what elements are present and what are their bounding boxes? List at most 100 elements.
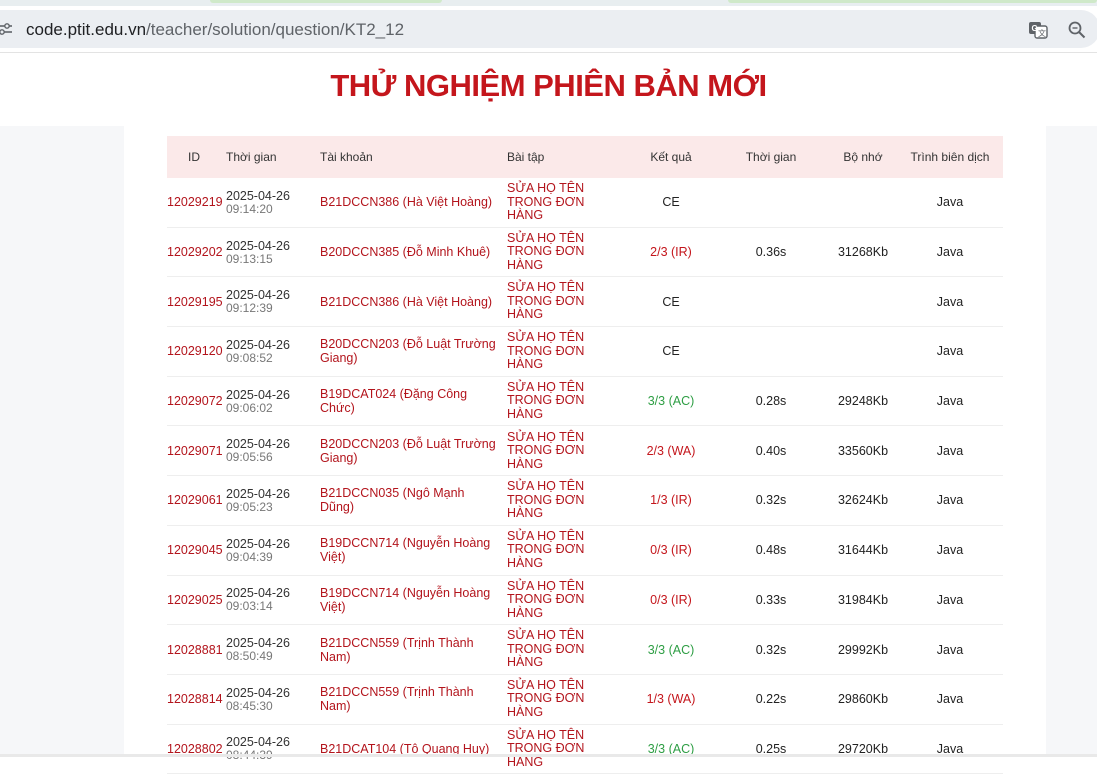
submission-id-link[interactable]: 12029195 xyxy=(167,295,223,309)
table-row: 12029045 2025-04-26 09:04:39 B19DCCN714 (Ng… xyxy=(167,526,1003,576)
compiler-value: Java xyxy=(936,642,964,657)
zoom-icon[interactable] xyxy=(1067,20,1087,40)
submission-clock: 09:12:39 xyxy=(226,301,273,316)
page-banner: THỬ NGHIỆM PHIÊN BẢN MỚI xyxy=(330,68,767,103)
compiler-value: Java xyxy=(936,493,964,508)
submission-clock: 09:08:52 xyxy=(226,350,273,365)
account-link[interactable]: B21DCCN386 (Hà Việt Hoàng) xyxy=(320,295,507,309)
submission-date: 2025-04-26 xyxy=(226,337,290,352)
table-row: 12029061 2025-04-26 09:05:23 B21DCCN035 (Ng… xyxy=(167,476,1003,526)
submission-id-link[interactable]: 12029071 xyxy=(167,444,223,458)
submission-id-link[interactable]: 12029219 xyxy=(167,195,223,209)
compiler-value: Java xyxy=(936,344,964,359)
submission-id-link[interactable]: 12029045 xyxy=(167,543,223,557)
translate-icon[interactable]: G 文 xyxy=(1028,20,1048,40)
account-link[interactable]: B20DCCN203 (Đỗ Luật Trường Giang) xyxy=(320,337,507,365)
page-content: THỬ NGHIỆM PHIÊN BẢN MỚI ID Thời gian Tà… xyxy=(0,54,1097,774)
browser-toolbar: code.ptit.edu.vn/teacher/solution/questi… xyxy=(0,6,1097,53)
browser-tab[interactable] xyxy=(728,0,1097,3)
account-link[interactable]: B19DCAT024 (Đặng Công Chức) xyxy=(320,387,507,415)
runtime-value: 0.28s xyxy=(755,394,787,409)
submission-id-link[interactable]: 12029025 xyxy=(167,593,223,607)
result-value[interactable]: CE xyxy=(662,195,679,209)
result-value[interactable]: CE xyxy=(662,295,679,309)
right-gutter xyxy=(1046,126,1097,757)
result-value[interactable]: 2/3 (IR) xyxy=(650,245,692,259)
submission-id-link[interactable]: 12028814 xyxy=(167,692,223,706)
account-link[interactable]: B21DCCN559 (Trịnh Thành Nam) xyxy=(320,636,507,664)
runtime-value: 0.22s xyxy=(755,692,787,707)
header-account[interactable]: Tài khoản xyxy=(320,150,507,164)
table-row: 12028881 2025-04-26 08:50:49 B21DCCN559 (Tr… xyxy=(167,625,1003,675)
browser-tab[interactable] xyxy=(210,0,442,3)
account-link[interactable]: B19DCCN714 (Nguyễn Hoàng Việt) xyxy=(320,586,507,614)
result-value[interactable]: CE xyxy=(662,344,679,358)
result-value[interactable]: 1/3 (WA) xyxy=(647,692,696,706)
task-link[interactable]: SỬA HỌ TÊN TRONG ĐƠN HÀNG xyxy=(507,579,629,621)
account-link[interactable]: B20DCCN203 (Đỗ Luật Trường Giang) xyxy=(320,437,507,465)
submission-id-link[interactable]: 12029120 xyxy=(167,344,223,358)
submission-time: 2025-04-26 09:04:39 xyxy=(226,537,320,564)
header-memory[interactable]: Bộ nhớ xyxy=(829,150,897,164)
header-task[interactable]: Bài tập xyxy=(507,150,629,164)
header-id[interactable]: ID xyxy=(167,150,226,164)
task-link[interactable]: SỬA HỌ TÊN TRONG ĐƠN HÀNG xyxy=(507,678,629,720)
header-time[interactable]: Thời gian xyxy=(226,150,320,164)
submission-id-link[interactable]: 12029202 xyxy=(167,245,223,259)
account-link[interactable]: B20DCCN385 (Đỗ Minh Khuê) xyxy=(320,245,507,259)
task-link[interactable]: SỬA HỌ TÊN TRONG ĐƠN HÀNG xyxy=(507,728,629,770)
table-row: 12029072 2025-04-26 09:06:02 B19DCAT024 (Đặ… xyxy=(167,377,1003,427)
submission-date: 2025-04-26 xyxy=(226,188,290,203)
memory-value: 29992Kb xyxy=(837,642,889,657)
table-body: 12029219 2025-04-26 09:14:20 B21DCCN386 (Hà… xyxy=(167,178,1003,774)
task-link[interactable]: SỬA HỌ TÊN TRONG ĐƠN HÀNG xyxy=(507,231,629,273)
header-runtime[interactable]: Thời gian xyxy=(713,150,829,164)
submission-date: 2025-04-26 xyxy=(226,437,290,452)
submission-date: 2025-04-26 xyxy=(226,586,290,601)
submission-clock: 09:05:56 xyxy=(226,450,273,465)
task-link[interactable]: SỬA HỌ TÊN TRONG ĐƠN HÀNG xyxy=(507,181,629,223)
runtime-value: 0.32s xyxy=(755,642,787,657)
submission-time: 2025-04-26 09:03:14 xyxy=(226,586,320,613)
submission-id-link[interactable]: 12028881 xyxy=(167,643,223,657)
submission-date: 2025-04-26 xyxy=(226,685,290,700)
header-result[interactable]: Kết quả xyxy=(629,150,713,164)
submissions-table: ID Thời gian Tài khoản Bài tập Kết quả T… xyxy=(167,136,1003,774)
result-value[interactable]: 0/3 (IR) xyxy=(650,593,692,607)
result-value[interactable]: 2/3 (WA) xyxy=(647,444,696,458)
compiler-value: Java xyxy=(936,443,964,458)
submission-clock: 09:14:20 xyxy=(226,201,273,216)
submission-time: 2025-04-26 09:14:20 xyxy=(226,189,320,216)
submission-date: 2025-04-26 xyxy=(226,636,290,651)
submission-clock: 09:04:39 xyxy=(226,549,273,564)
task-link[interactable]: SỬA HỌ TÊN TRONG ĐƠN HÀNG xyxy=(507,480,629,521)
header-compiler[interactable]: Trình biên dịch xyxy=(897,150,1003,164)
account-link[interactable]: B21DCCN559 (Trịnh Thành Nam) xyxy=(320,685,507,713)
url-text[interactable]: code.ptit.edu.vn/teacher/solution/questi… xyxy=(26,20,404,40)
result-value[interactable]: 1/3 (IR) xyxy=(650,493,692,507)
result-value[interactable]: 3/3 (AC) xyxy=(648,643,695,657)
table-row: 12029120 2025-04-26 09:08:52 B20DCCN203 (Đỗ… xyxy=(167,327,1003,377)
result-value[interactable]: 0/3 (IR) xyxy=(650,543,692,557)
task-link[interactable]: SỬA HỌ TÊN TRONG ĐƠN HÀNG xyxy=(507,430,629,472)
result-value[interactable]: 3/3 (AC) xyxy=(648,394,695,408)
account-link[interactable]: B19DCCN714 (Nguyễn Hoàng Việt) xyxy=(320,536,507,564)
account-link[interactable]: B21DCCN386 (Hà Việt Hoàng) xyxy=(320,195,507,209)
account-link[interactable]: B21DCCN035 (Ngô Mạnh Dũng) xyxy=(320,486,507,514)
submission-id-link[interactable]: 12029072 xyxy=(167,394,223,408)
compiler-value: Java xyxy=(936,195,964,210)
table-row: 120288022025-04-2608:44:39B21DCAT104 (Tô… xyxy=(167,725,1003,774)
runtime-value: 0.48s xyxy=(755,543,787,558)
task-link[interactable]: SỬA HỌ TÊN TRONG ĐƠN HÀNG xyxy=(507,629,629,670)
site-info-icon[interactable] xyxy=(0,22,12,36)
submission-time: 2025-04-2608:44:39 xyxy=(226,735,320,762)
runtime-value: 0.33s xyxy=(755,592,787,607)
task-link[interactable]: SỬA HỌ TÊN TRONG ĐƠN HÀNG xyxy=(507,380,629,422)
task-link[interactable]: SỬA HỌ TÊN TRONG ĐƠN HÀNG xyxy=(507,281,629,322)
submission-time: 2025-04-26 09:05:23 xyxy=(226,487,320,514)
task-link[interactable]: SỬA HỌ TÊN TRONG ĐƠN HÀNG xyxy=(507,330,629,372)
submission-time: 2025-04-26 09:13:15 xyxy=(226,239,320,266)
memory-value: 33560Kb xyxy=(837,443,889,458)
submission-id-link[interactable]: 12029061 xyxy=(167,493,223,507)
task-link[interactable]: SỬA HỌ TÊN TRONG ĐƠN HÀNG xyxy=(507,529,629,571)
